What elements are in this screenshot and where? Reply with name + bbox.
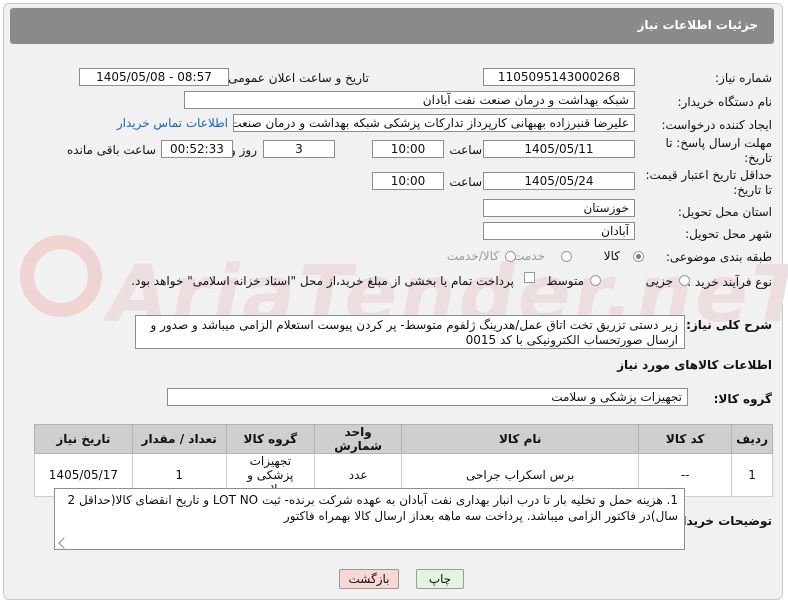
buyer-notes-field[interactable]: 1. هزینه حمل و تخلیه بار تا درب انبار به…: [54, 488, 685, 550]
treasury-payment-text: پرداخت تمام یا بخشی از مبلغ خرید،از محل …: [131, 274, 514, 288]
need-number-label: شماره نیاز:: [715, 71, 772, 85]
buyer-notes-text: 1. هزینه حمل و تخلیه بار تا درب انبار به…: [67, 493, 679, 523]
days-label: روز و: [230, 143, 257, 157]
column-header-quantity: تعداد / مقدار: [131, 424, 227, 454]
column-header-need-date: تاریخ نیاز: [34, 424, 133, 454]
price-validity-label-line2: تا تاریخ:: [733, 183, 772, 197]
page-title: جزئیات اطلاعات نیاز: [637, 18, 758, 32]
announce-datetime-field[interactable]: 1405/05/08 - 08:57: [79, 68, 229, 86]
category-radio-goods[interactable]: [633, 251, 644, 262]
price-validity-label-line1: حداقل تاریخ اعتبار قیمت:: [645, 168, 772, 182]
column-header-row-number: ردیف: [731, 424, 773, 454]
panel-header: جزئیات اطلاعات نیاز: [10, 8, 774, 44]
request-creator-label: ایجاد کننده درخواست:: [661, 118, 772, 132]
page: AriaTender.neT جزئیات اطلاعات نیاز شماره…: [0, 0, 788, 606]
announce-datetime-label: تاریخ و ساعت اعلان عمومی:: [224, 71, 369, 85]
need-number-field[interactable]: 1105095143000268: [483, 68, 635, 86]
watermark-logo-ring: [20, 235, 102, 317]
category-radio-service[interactable]: [561, 251, 572, 262]
column-header-goods-group: گروه کالا: [225, 424, 316, 454]
goods-table: ردیف کد کالا نام کالا واحد شمارش گروه کا…: [34, 424, 773, 497]
subject-category-label: طبقه بندی موضوعی:: [665, 250, 772, 264]
price-validity-time-label: ساعت: [449, 175, 482, 189]
category-radio-goods-service[interactable]: [505, 251, 516, 262]
deadline-time-field[interactable]: 10:00: [372, 140, 444, 158]
print-button[interactable]: چاپ: [416, 569, 464, 589]
delivery-province-field[interactable]: خوزستان: [483, 199, 635, 217]
buyer-contact-link[interactable]: اطلاعات تماس خریدار: [117, 116, 228, 130]
category-option-service: خدمت: [513, 249, 545, 263]
delivery-province-label: استان محل تحویل:: [677, 205, 772, 219]
buyer-notes-label: توضیحات خریدار:: [670, 514, 772, 528]
deadline-time-label: ساعت: [449, 143, 482, 157]
goods-table-header-row: ردیف کد کالا نام کالا واحد شمارش گروه کا…: [34, 424, 773, 454]
goods-group-label: گروه کالا:: [713, 392, 772, 406]
deadline-label-line1: مهلت ارسال پاسخ: تا: [665, 136, 772, 150]
process-radio-medium[interactable]: [590, 275, 601, 286]
general-description-text: زیر دستی تزریق تخت اتاق عمل/هدرینگ ژلفوم…: [150, 318, 678, 347]
delivery-city-field[interactable]: آبادان: [483, 222, 635, 240]
buyer-org-field[interactable]: شبکه بهداشت و درمان صنعت نفت آبادان: [184, 91, 635, 109]
buyer-org-label: نام دستگاه خریدار:: [677, 95, 773, 109]
column-header-goods-code: کد کالا: [638, 424, 733, 454]
price-validity-date-field[interactable]: 1405/05/24: [483, 172, 635, 190]
treasury-payment-checkbox[interactable]: [524, 272, 535, 283]
process-radio-minor[interactable]: [679, 275, 690, 286]
process-option-medium: متوسط: [546, 274, 584, 288]
goods-group-field[interactable]: تجهیزات پزشکی و سلامت: [167, 388, 688, 406]
general-description-label: شرح کلی نیاز:: [686, 318, 772, 332]
back-button[interactable]: بازگشت: [339, 569, 399, 589]
deadline-date-field[interactable]: 1405/05/11: [483, 140, 635, 158]
request-creator-field[interactable]: علیرضا قنبرزاده بهبهانی کارپرداز تدارکات…: [233, 114, 635, 132]
category-option-goods: کالا: [603, 249, 620, 263]
price-validity-time-field[interactable]: 10:00: [372, 172, 444, 190]
column-header-unit: واحد شمارش: [314, 424, 403, 454]
process-option-minor: جزیی: [645, 274, 673, 288]
column-header-goods-name: نام کالا: [401, 424, 640, 454]
remaining-days-field[interactable]: 3: [263, 140, 335, 158]
cell-row-number: 1: [731, 453, 773, 497]
remaining-time-label: ساعت باقی مانده: [66, 143, 156, 157]
goods-section-title: اطلاعات کالاهای مورد نیاز: [617, 358, 772, 372]
general-description-field[interactable]: زیر دستی تزریق تخت اتاق عمل/هدرینگ ژلفوم…: [135, 315, 685, 349]
purchase-process-label: نوع فرآیند خرید :: [687, 275, 772, 289]
category-option-goods-service: کالا/خدمت: [446, 249, 499, 263]
remaining-time-field[interactable]: 00:52:33: [161, 140, 233, 158]
deadline-label-line2: تاریخ:: [744, 151, 772, 165]
delivery-city-label: شهر محل تحویل:: [685, 227, 772, 241]
